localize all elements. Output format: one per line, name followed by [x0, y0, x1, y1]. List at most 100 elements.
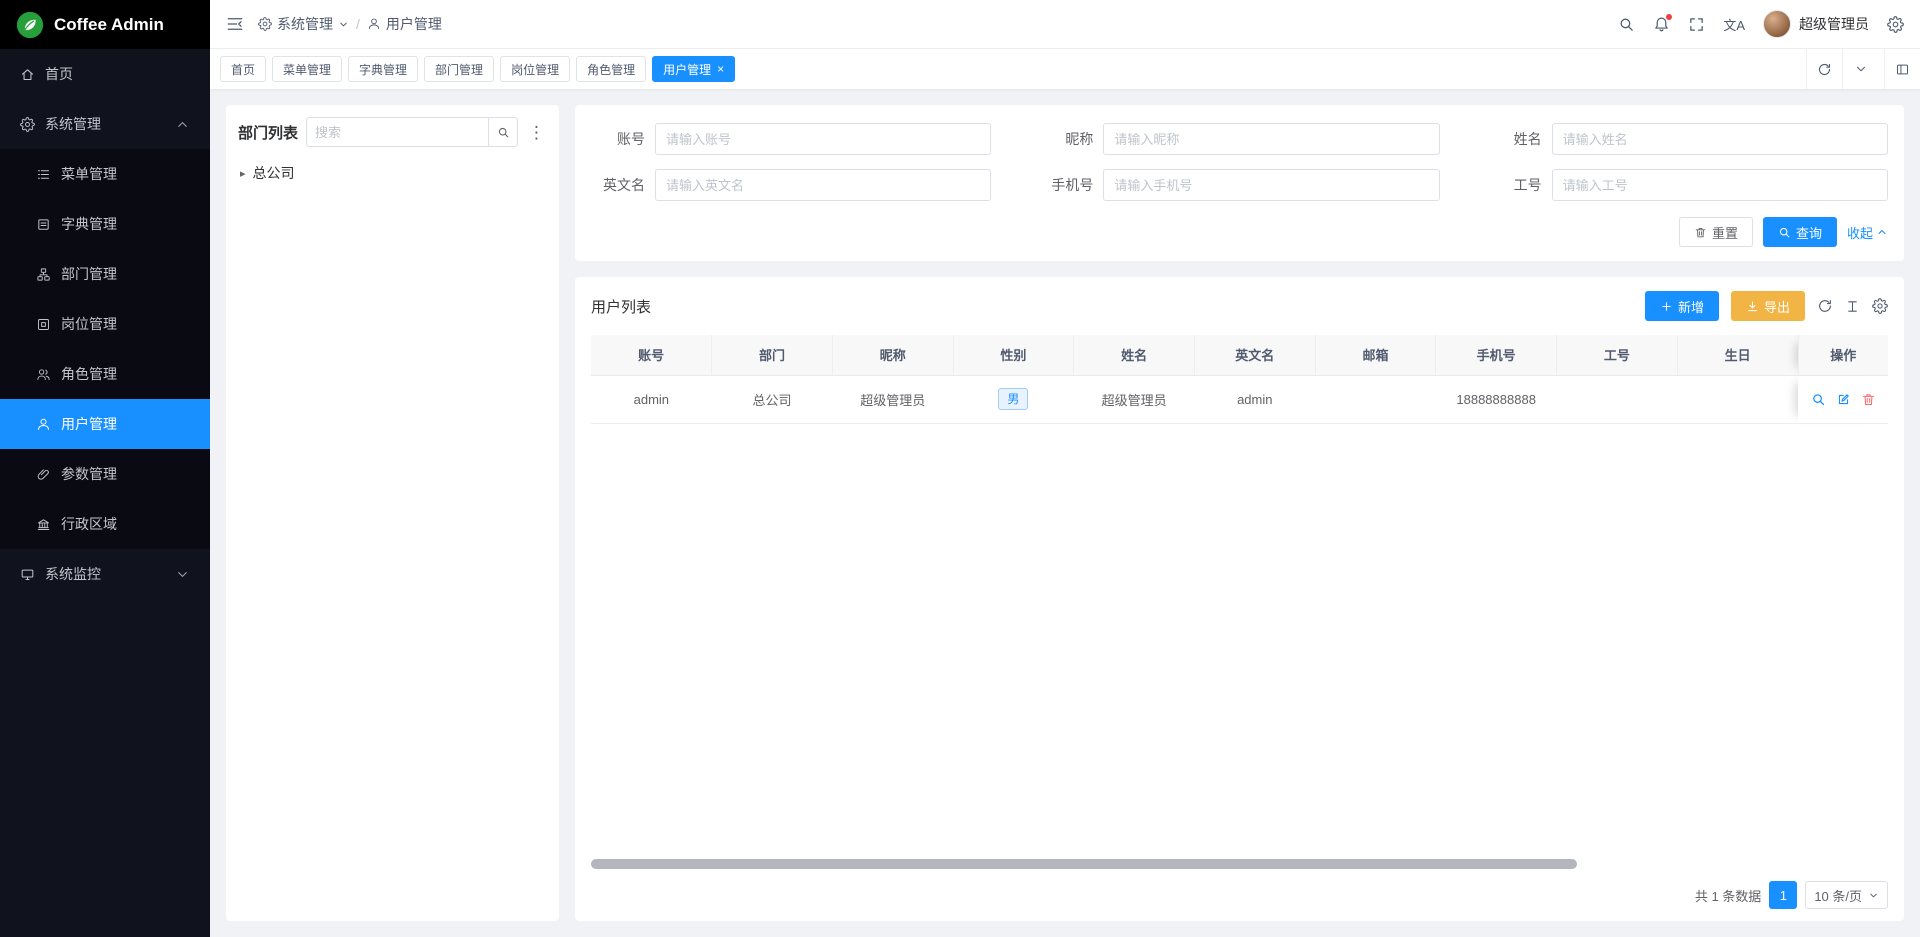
department-search-button[interactable]: [488, 117, 518, 147]
app-logo: Coffee Admin: [0, 0, 210, 49]
col-english-name[interactable]: 英文名: [1194, 335, 1315, 375]
row-height-icon[interactable]: [1845, 299, 1860, 314]
col-phone[interactable]: 手机号: [1436, 335, 1557, 375]
sidebar-item-user-mgmt[interactable]: 用户管理: [0, 399, 210, 449]
monitor-icon: [20, 567, 35, 582]
filter-form: 账号 昵称 姓名 英文名: [591, 123, 1888, 201]
col-account[interactable]: 账号: [591, 335, 712, 375]
sidebar-item-label: 角色管理: [61, 364, 117, 384]
refresh-icon[interactable]: [1806, 49, 1842, 89]
edit-icon[interactable]: [1836, 392, 1851, 407]
delete-icon[interactable]: [1861, 392, 1876, 407]
view-icon[interactable]: [1811, 392, 1826, 407]
chevron-up-icon: [1876, 226, 1888, 238]
tab-dept-mgmt[interactable]: 部门管理: [424, 56, 494, 82]
account-input[interactable]: [655, 123, 991, 155]
download-icon: [1746, 300, 1759, 313]
field-label: 账号: [591, 129, 655, 149]
sidebar-submenu-system: 菜单管理 字典管理 部门管理 岗位管理 角色管理: [0, 149, 210, 549]
col-department[interactable]: 部门: [712, 335, 833, 375]
cell-name: 超级管理员: [1074, 375, 1195, 423]
add-user-button[interactable]: 新增: [1645, 291, 1719, 321]
tab-home[interactable]: 首页: [220, 56, 266, 82]
name-input[interactable]: [1552, 123, 1888, 155]
topbar: 系统管理 / 用户管理 文: [210, 0, 1920, 49]
translate-icon[interactable]: 文A: [1723, 15, 1745, 34]
tab-dict-mgmt[interactable]: 字典管理: [348, 56, 418, 82]
reset-button[interactable]: 重置: [1679, 217, 1753, 247]
tab-post-mgmt[interactable]: 岗位管理: [500, 56, 570, 82]
menu-fold-icon[interactable]: [226, 15, 244, 33]
tabs-dropdown-chevron-icon[interactable]: [1842, 49, 1878, 89]
tab-user-mgmt[interactable]: 用户管理 ×: [652, 56, 735, 82]
col-email[interactable]: 邮箱: [1315, 335, 1436, 375]
notifications-bell-icon[interactable]: [1653, 16, 1670, 33]
fullscreen-icon[interactable]: [1688, 16, 1705, 33]
search-button[interactable]: 查询: [1763, 217, 1837, 247]
list-icon: [36, 167, 51, 182]
sidebar-item-system-management[interactable]: 系统管理: [0, 99, 210, 149]
position-badge-icon: [36, 317, 51, 332]
breadcrumb-section[interactable]: 系统管理: [258, 14, 349, 34]
col-name[interactable]: 姓名: [1074, 335, 1195, 375]
chevron-down-icon: [175, 567, 190, 582]
layout-panel-icon[interactable]: [1884, 49, 1920, 89]
sidebar-item-label: 岗位管理: [61, 314, 117, 334]
refresh-icon[interactable]: [1817, 298, 1833, 314]
gear-icon: [258, 17, 272, 31]
sidebar-item-home[interactable]: 首页: [0, 49, 210, 99]
tab-label: 菜单管理: [283, 61, 331, 78]
phone-input[interactable]: [1103, 169, 1439, 201]
sidebar-item-admin-region[interactable]: 行政区域: [0, 499, 210, 549]
sidebar-item-label: 参数管理: [61, 464, 117, 484]
department-search: [306, 117, 518, 147]
sidebar-item-role-mgmt[interactable]: 角色管理: [0, 349, 210, 399]
tab-menu-mgmt[interactable]: 菜单管理: [272, 56, 342, 82]
dept-tree-node-root[interactable]: ▸ 总公司: [238, 159, 547, 187]
user-list-header: 用户列表 新增 导出: [591, 291, 1888, 321]
sidebar-item-dict-mgmt[interactable]: 字典管理: [0, 199, 210, 249]
export-button[interactable]: 导出: [1731, 291, 1805, 321]
breadcrumb-page: 用户管理: [367, 14, 442, 34]
field-name: 姓名: [1488, 123, 1888, 155]
pagination-total: 共 1 条数据: [1695, 886, 1761, 905]
sidebar-item-label: 部门管理: [61, 264, 117, 284]
trash-icon: [1694, 226, 1707, 239]
page-size-select[interactable]: 10 条/页: [1805, 881, 1888, 909]
table-row[interactable]: admin 总公司 超级管理员 男 超级管理员 admin 1888888888…: [591, 375, 1888, 423]
chevron-up-icon: [175, 117, 190, 132]
col-gender[interactable]: 性别: [953, 335, 1074, 375]
sidebar-item-label: 菜单管理: [61, 164, 117, 184]
department-panel-title: 部门列表: [238, 122, 298, 143]
english-name-input[interactable]: [655, 169, 991, 201]
col-nickname[interactable]: 昵称: [832, 335, 953, 375]
avatar: [1763, 10, 1791, 38]
more-options-icon[interactable]: ⋮: [526, 124, 547, 141]
sidebar-item-menu-mgmt[interactable]: 菜单管理: [0, 149, 210, 199]
search-icon[interactable]: [1618, 16, 1635, 33]
job-number-input[interactable]: [1552, 169, 1888, 201]
col-job-number[interactable]: 工号: [1557, 335, 1678, 375]
sidebar-item-post-mgmt[interactable]: 岗位管理: [0, 299, 210, 349]
tree-expander-icon[interactable]: ▸: [240, 167, 246, 180]
collapse-link[interactable]: 收起: [1847, 223, 1888, 242]
sidebar-item-system-monitor[interactable]: 系统监控: [0, 549, 210, 599]
column-settings-gear-icon[interactable]: [1872, 298, 1888, 314]
nickname-input[interactable]: [1103, 123, 1439, 155]
sidebar-item-param-mgmt[interactable]: 参数管理: [0, 449, 210, 499]
user-menu[interactable]: 超级管理员: [1763, 10, 1869, 38]
reset-button-label: 重置: [1712, 223, 1738, 242]
export-button-label: 导出: [1764, 297, 1790, 316]
settings-gear-icon[interactable]: [1887, 16, 1904, 33]
tab-role-mgmt[interactable]: 角色管理: [576, 56, 646, 82]
sidebar-item-dept-mgmt[interactable]: 部门管理: [0, 249, 210, 299]
page-content: 部门列表 ⋮ ▸ 总公司: [210, 89, 1920, 937]
col-birthday[interactable]: 生日: [1677, 335, 1798, 375]
topbar-actions: 文A 超级管理员: [1618, 10, 1904, 38]
page-number-button[interactable]: 1: [1769, 881, 1797, 909]
department-search-input[interactable]: [306, 117, 488, 147]
cell-job-number: [1557, 375, 1678, 423]
tab-close-icon[interactable]: ×: [717, 63, 724, 75]
horizontal-scrollbar-thumb[interactable]: [591, 859, 1577, 869]
user-list-title: 用户列表: [591, 296, 651, 317]
